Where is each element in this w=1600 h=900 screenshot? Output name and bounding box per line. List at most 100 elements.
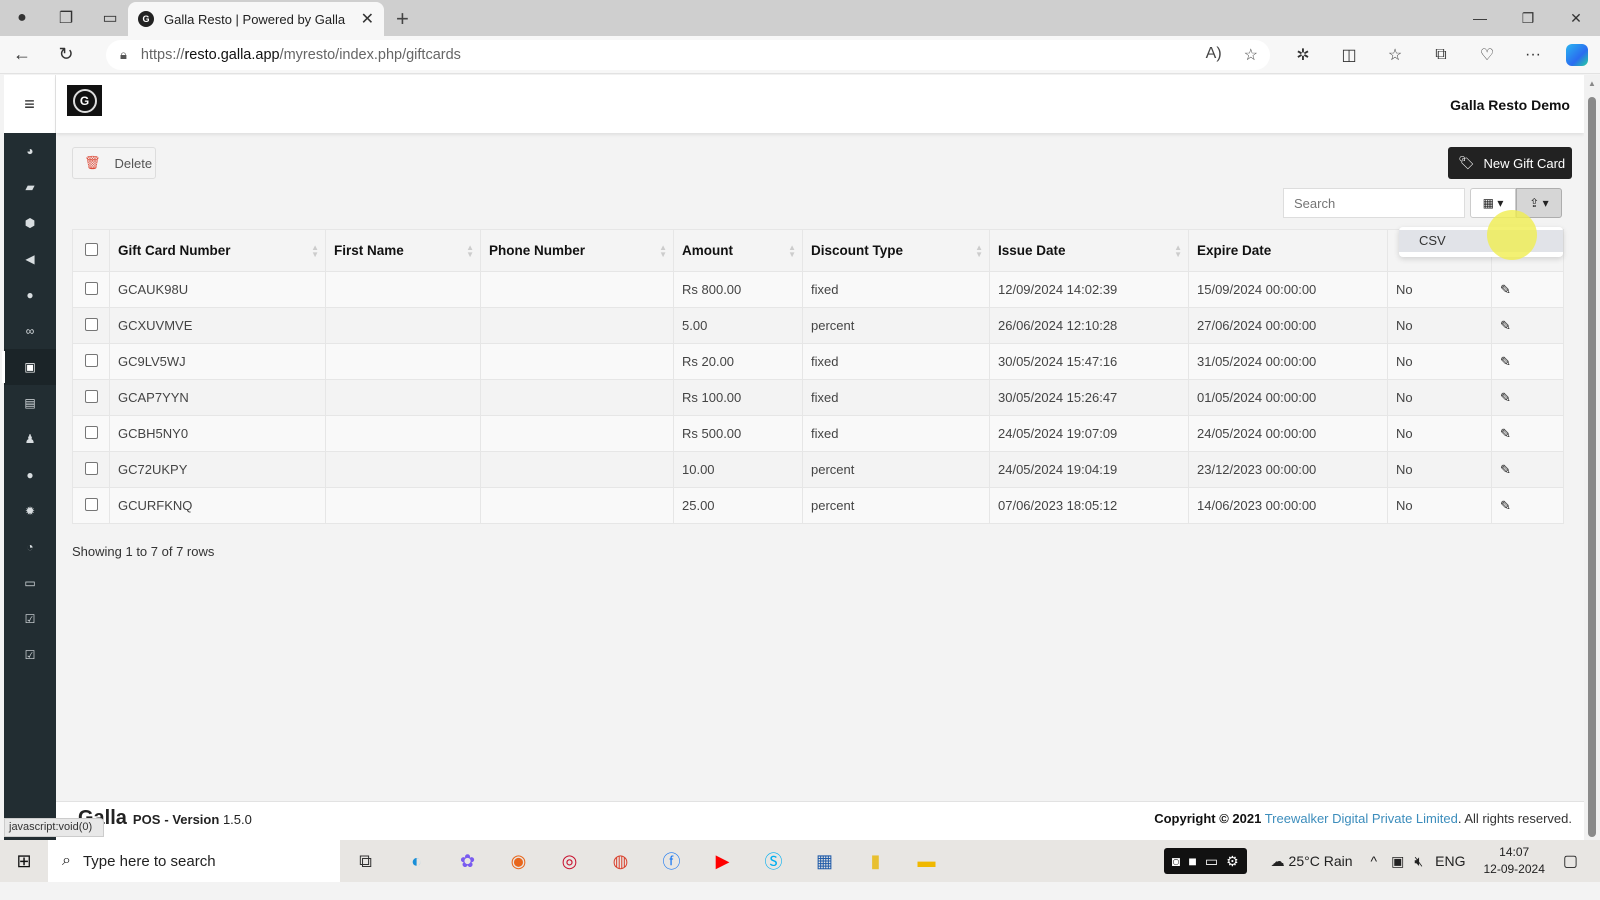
col-gift-card-number[interactable]: Gift Card Number ▲ ▼ [109,229,326,272]
table-row[interactable]: GC72UKPY 10.00 percent 24/05/2024 19:04:19 2… [72,451,1564,488]
scroll-up-icon[interactable]: ▲ [1588,79,1596,88]
store-icon[interactable]: ▦ [799,840,850,882]
taskbar-search[interactable]: ⌕ Type here to search [48,840,340,882]
url-bar[interactable]: 🔒︎ https://resto.galla.app/myresto/index… [106,40,1270,70]
sidebar-item[interactable]: ☑ [4,637,56,673]
chrome-icon[interactable]: ◍ [595,840,646,882]
edge-icon[interactable]: ◐ [391,840,442,882]
profile-icon[interactable]: ● [0,0,44,36]
settings-icon[interactable]: ⚙ [1226,853,1239,870]
capture-toolbar[interactable]: ◙ ■ ▭ ⚙ [1163,848,1247,874]
facebook-icon[interactable]: ⓕ [646,840,697,882]
youtube-icon[interactable]: ▶ [697,840,748,882]
table-row[interactable]: GCXUVMVE 5.00 percent 26/06/2024 12:10:28 27… [72,307,1564,344]
read-aloud-icon[interactable]: A) [1206,45,1222,65]
delete-button[interactable]: 🗑︎ Delete [72,147,156,179]
sidebar-item[interactable]: ▰ [4,169,56,205]
col-expire-date[interactable]: Expire Date [1188,229,1388,272]
file-explorer-icon[interactable]: ▬ [901,840,952,882]
close-window-button[interactable]: ✕ [1552,0,1600,36]
row-checkbox[interactable] [84,353,98,367]
edit-icon[interactable]: ✎ [1500,282,1511,297]
table-row[interactable]: GCBH5NY0 Rs 500.00 fixed 24/05/2024 19:07:0… [72,415,1564,452]
menu-toggle-icon[interactable]: ≡ [4,75,56,133]
workspaces-icon[interactable]: ❐ [44,0,88,36]
back-button[interactable]: ← [0,36,44,74]
sidebar-item[interactable]: ◀ [4,241,56,277]
favorite-star-icon[interactable]: ☆ [1244,45,1258,65]
scrollbar-thumb[interactable] [1588,97,1596,837]
select-all-checkbox[interactable] [84,242,98,256]
close-tab-icon[interactable]: ✕ [361,9,374,29]
browser-tab-active[interactable]: G Galla Resto | Powered by Galla ✕ [128,2,384,36]
sidebar-item[interactable]: ▣ [2,349,56,385]
sidebar-item[interactable]: ✹ [4,493,56,529]
firefox-icon[interactable]: ◉ [493,840,544,882]
edit-icon[interactable]: ✎ [1500,498,1511,513]
search-input[interactable] [1283,188,1465,218]
window-icon[interactable]: ▭ [1205,853,1218,870]
browser-essentials-icon[interactable]: ♡ [1464,45,1510,65]
lock-icon[interactable]: 🔒︎ [120,47,127,63]
camera-icon[interactable]: ◙ [1172,853,1180,869]
new-tab-button[interactable]: + [396,6,409,32]
notifications-icon[interactable]: ▢ [1563,851,1578,871]
more-menu-icon[interactable]: ··· [1510,46,1556,64]
skype-icon[interactable]: Ⓢ [748,840,799,882]
language-indicator[interactable]: ENG [1435,853,1465,869]
sidebar-item[interactable]: ☑ [4,601,56,637]
task-view-icon[interactable]: ⧉ [340,840,391,882]
export-csv-option[interactable]: CSV [1399,230,1563,252]
sidebar-item[interactable]: ● [4,457,56,493]
table-row[interactable]: GCURFKNQ 25.00 percent 07/06/2023 18:05:12 1… [72,487,1564,524]
weather-widget[interactable]: ☁ 25°C Rain [1271,853,1353,870]
col-discount-type[interactable]: Discount Type ▲ ▼ [802,229,990,272]
sidebar-item[interactable]: ◕ [4,133,56,169]
sidebar-item[interactable]: ● [4,277,56,313]
edit-icon[interactable]: ✎ [1500,318,1511,333]
sidebar-item[interactable]: ∞ [4,313,56,349]
sidebar-item[interactable]: ▤ [4,385,56,421]
edit-icon[interactable]: ✎ [1500,426,1511,441]
app-icon[interactable]: ▮ [850,840,901,882]
row-checkbox[interactable] [84,281,98,295]
favorites-icon[interactable]: ☆ [1372,45,1418,65]
refresh-button[interactable]: ↻ [44,36,88,74]
sidebar-item[interactable]: ⬢ [4,205,56,241]
edit-icon[interactable]: ✎ [1500,354,1511,369]
recorder-icon[interactable]: ◎ [544,840,595,882]
restaurant-name[interactable]: Galla Resto Demo [1450,97,1570,113]
copilot-taskbar-icon[interactable]: ✿ [442,840,493,882]
footer-company-link[interactable]: Treewalker Digital Private Limited [1265,811,1458,826]
table-row[interactable]: GC9LV5WJ Rs 20.00 fixed 30/05/2024 15:47:16… [72,343,1564,380]
new-gift-card-button[interactable]: 🏷︎ New Gift Card [1448,147,1572,179]
volume-muted-icon[interactable]: 🔇︎ [1414,853,1423,870]
page-scrollbar[interactable]: ▲ [1584,75,1600,840]
galla-logo[interactable]: G [67,85,102,116]
show-hidden-icons[interactable]: ^ [1371,853,1378,869]
split-screen-icon[interactable]: ◫ [1326,45,1372,65]
edit-icon[interactable]: ✎ [1500,462,1511,477]
restore-button[interactable]: ❐ [1504,0,1552,36]
minimize-button[interactable]: — [1456,0,1504,36]
col-amount[interactable]: Amount ▲ ▼ [673,229,803,272]
tab-actions-icon[interactable]: ▭ [88,0,132,36]
edit-icon[interactable]: ✎ [1500,390,1511,405]
network-icon[interactable]: ▣ [1391,853,1404,870]
row-checkbox[interactable] [84,317,98,331]
collections-icon[interactable]: ⧉ [1418,46,1464,64]
row-checkbox[interactable] [84,425,98,439]
start-button[interactable]: ⊞ [0,851,48,872]
clock[interactable]: 14:07 12-09-2024 [1483,844,1544,878]
sidebar-item[interactable]: ♟ [4,421,56,457]
video-icon[interactable]: ■ [1188,853,1196,869]
row-checkbox[interactable] [84,389,98,403]
col-first-name[interactable]: First Name ▲ ▼ [325,229,481,272]
col-phone-number[interactable]: Phone Number ▲ ▼ [480,229,674,272]
row-checkbox[interactable] [84,461,98,475]
col-issue-date[interactable]: Issue Date ▲ ▼ [989,229,1189,272]
row-checkbox[interactable] [84,497,98,511]
copilot-icon[interactable] [1566,44,1588,66]
table-row[interactable]: GCAUK98U Rs 800.00 fixed 12/09/2024 14:02:3… [72,271,1564,308]
sidebar-item[interactable]: ▭ [4,565,56,601]
